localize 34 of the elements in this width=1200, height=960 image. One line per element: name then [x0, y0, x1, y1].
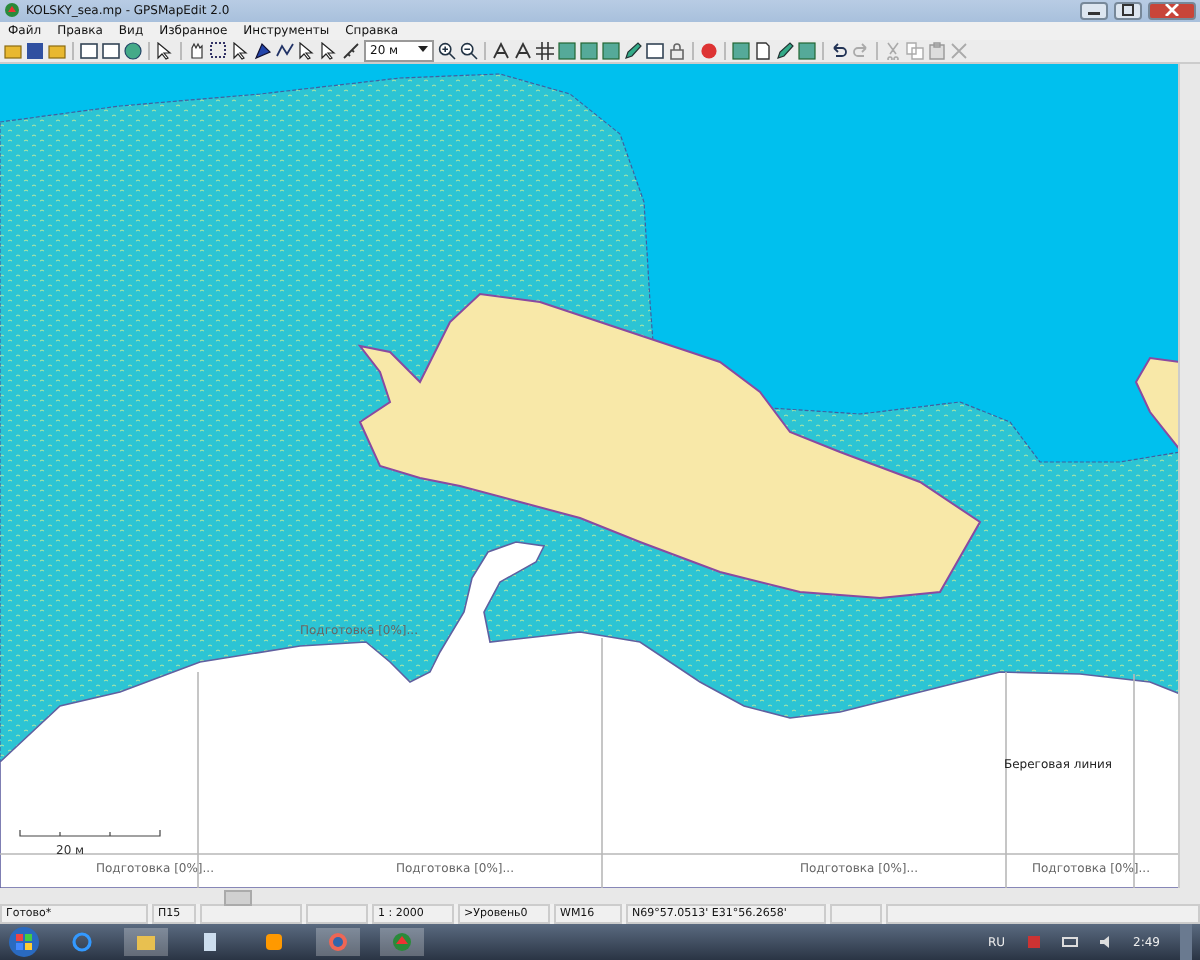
window-icon[interactable]	[646, 41, 665, 60]
status-panel	[830, 904, 882, 924]
ruler-icon[interactable]	[342, 41, 360, 60]
pointer-icon[interactable]	[232, 41, 250, 60]
speaker-icon[interactable]	[1097, 934, 1114, 950]
folder-icon[interactable]	[124, 928, 168, 956]
vertical-scrollbar[interactable]	[1178, 64, 1200, 889]
horizontal-scrollbar[interactable]	[0, 888, 1200, 905]
hand-icon[interactable]	[188, 41, 206, 60]
select-icon[interactable]	[210, 41, 228, 60]
folder-icon[interactable]	[4, 41, 22, 60]
close-icon	[1164, 4, 1180, 17]
cursor-icon[interactable]	[156, 41, 174, 60]
app-icon	[4, 2, 20, 19]
minimize-button[interactable]	[1080, 1, 1108, 20]
status-panel	[306, 904, 368, 924]
zoom-in-icon[interactable]	[438, 41, 457, 60]
start-button[interactable]	[8, 926, 40, 958]
scale-bar	[19, 830, 161, 838]
font-icon[interactable]	[492, 41, 511, 60]
record-icon[interactable]	[700, 41, 719, 60]
maximize-button[interactable]	[1114, 1, 1142, 20]
scrollbar-thumb[interactable]	[224, 890, 252, 907]
undo-icon[interactable]	[830, 41, 849, 60]
polyline-icon[interactable]	[276, 41, 294, 60]
folder-icon[interactable]	[48, 41, 66, 60]
lock-icon[interactable]	[668, 41, 687, 60]
zoom-out-icon[interactable]	[460, 41, 479, 60]
caret-icon	[418, 46, 429, 55]
font-icon[interactable]	[514, 41, 533, 60]
maximize-icon	[1120, 4, 1136, 17]
grid-icon[interactable]	[536, 41, 555, 60]
close-button[interactable]	[1148, 1, 1196, 20]
node-icon[interactable]	[254, 41, 272, 60]
